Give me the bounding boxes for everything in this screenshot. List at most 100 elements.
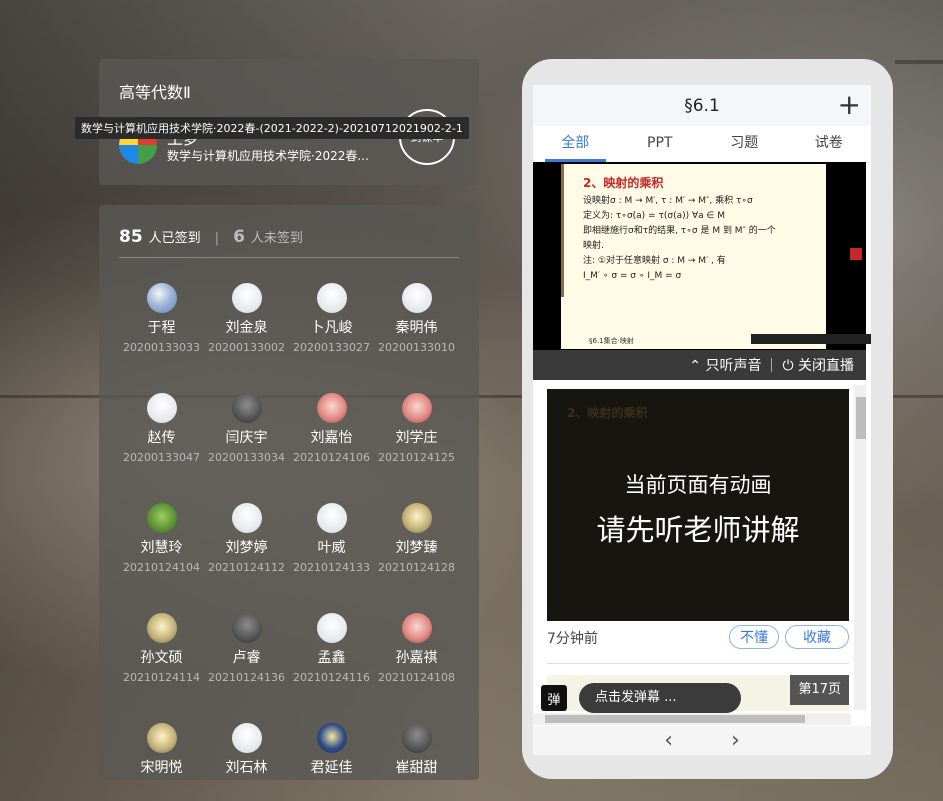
student-item[interactable]: 宋明悦 bbox=[119, 723, 204, 780]
chevron-right-icon[interactable]: › bbox=[731, 728, 740, 753]
danmu-input[interactable]: 点击发弹幕 ... bbox=[579, 683, 741, 713]
audio-only-label: 只听声音 bbox=[705, 358, 762, 374]
student-id: 20210124108 bbox=[378, 671, 455, 684]
student-item[interactable]: 闫庆宇 20200133034 bbox=[204, 393, 289, 464]
live-indicator-icon bbox=[850, 248, 862, 260]
student-avatar bbox=[401, 613, 432, 643]
student-item[interactable]: 卢睿 20210124136 bbox=[204, 613, 289, 684]
course-card: 高等代数Ⅱ 数学与计算机应用技术学院·2022春-(2021-2022-2)-2… bbox=[75, 59, 479, 185]
favorite-button[interactable]: 收藏 bbox=[785, 625, 849, 649]
controls-divider bbox=[771, 358, 773, 372]
student-id: 20200133033 bbox=[123, 341, 200, 354]
horizontal-scrollbar[interactable] bbox=[533, 713, 851, 725]
tab-0[interactable]: 全部 bbox=[533, 126, 618, 162]
student-name: 君延佳 bbox=[310, 760, 353, 776]
unsigned-label[interactable]: 人未签到 bbox=[251, 227, 303, 246]
dont-understand-button[interactable]: 不懂 bbox=[729, 625, 779, 649]
student-avatar bbox=[231, 393, 262, 423]
plus-icon[interactable]: + bbox=[838, 91, 861, 119]
slide-line: 即相继施行σ和τ的结果, τ∘σ 是 M 到 M″ 的一个 bbox=[583, 226, 776, 236]
student-avatar bbox=[401, 283, 432, 313]
student-name: 刘学庄 bbox=[395, 430, 438, 446]
horizontal-scroll-thumb[interactable] bbox=[545, 715, 805, 723]
close-live-button[interactable]: ⏻ 关闭直播 bbox=[782, 355, 854, 375]
lesson-header: §6.1 + bbox=[533, 85, 871, 126]
student-id: 20210124104 bbox=[123, 561, 200, 574]
slide-heading: 2、映射的乘积 bbox=[583, 176, 664, 190]
student-item[interactable]: 刘石林 bbox=[204, 723, 289, 780]
roster-divider bbox=[119, 257, 459, 258]
student-item[interactable]: 叶威 20210124133 bbox=[289, 503, 374, 574]
student-name: 刘嘉怡 bbox=[310, 430, 353, 446]
student-item[interactable]: 刘梦臻 20210124128 bbox=[374, 503, 459, 574]
student-item[interactable]: 刘嘉怡 20210124106 bbox=[289, 393, 374, 464]
class-name-tooltip: 数学与计算机应用技术学院·2022春-(2021-2022-2)-2021071… bbox=[75, 117, 469, 139]
student-name: 闫庆宇 bbox=[225, 430, 268, 446]
student-avatar bbox=[316, 283, 347, 313]
background-window-frame bbox=[895, 60, 943, 64]
student-item[interactable]: 卜凡峻 20200133027 bbox=[289, 283, 374, 354]
signed-label[interactable]: 人已签到 bbox=[149, 227, 201, 246]
tab-3[interactable]: 试卷 bbox=[787, 126, 872, 162]
student-avatar bbox=[231, 283, 262, 313]
slide-timestamp: 7分钟前 bbox=[547, 631, 598, 647]
student-name: 于程 bbox=[147, 320, 176, 336]
tab-2[interactable]: 习题 bbox=[702, 126, 787, 162]
student-name: 宋明悦 bbox=[140, 760, 183, 776]
student-item[interactable]: 孙文硕 20210124114 bbox=[119, 613, 204, 684]
student-id: 20210124106 bbox=[293, 451, 370, 464]
chevron-left-icon[interactable]: ‹ bbox=[664, 728, 673, 753]
student-name: 孙文硕 bbox=[140, 650, 183, 666]
slide-line: 定义为: τ∘σ(a) = τ(σ(a)) ∀a ∈ M bbox=[583, 211, 725, 221]
student-id: 20210124114 bbox=[123, 671, 200, 684]
live-stream-view[interactable]: 2、映射的乘积 设映射σ : M → M′, τ : M′ → M″, 乘积 τ… bbox=[533, 162, 871, 380]
slide-body: 设映射σ : M → M′, τ : M′ → M″, 乘积 τ∘σ 定义为: τ… bbox=[583, 194, 823, 284]
student-id: 20210124116 bbox=[293, 671, 370, 684]
student-item[interactable]: 崔甜甜 bbox=[374, 723, 459, 780]
slide-line: 映射. bbox=[583, 241, 604, 251]
slide-footer: §6.1集合·映射 bbox=[589, 337, 634, 345]
student-name: 叶威 bbox=[317, 540, 346, 556]
student-name: 刘石林 bbox=[225, 760, 268, 776]
audio-only-button[interactable]: ⌃ 只听声音 bbox=[689, 355, 761, 375]
chevron-up-icon: ⌃ bbox=[689, 358, 702, 374]
student-item[interactable]: 秦明伟 20200133010 bbox=[374, 283, 459, 354]
animation-overlay bbox=[547, 389, 849, 621]
student-id: 20200133002 bbox=[208, 341, 285, 354]
student-item[interactable]: 君延佳 bbox=[289, 723, 374, 780]
tab-1[interactable]: PPT bbox=[618, 126, 703, 162]
student-item[interactable]: 于程 20200133033 bbox=[119, 283, 204, 354]
student-name: 刘梦婷 bbox=[225, 540, 268, 556]
student-id: 20200133027 bbox=[293, 341, 370, 354]
student-item[interactable]: 赵传 20200133047 bbox=[119, 393, 204, 464]
student-item[interactable]: 孙嘉祺 20210124108 bbox=[374, 613, 459, 684]
slide-line: 设映射σ : M → M′, τ : M′ → M″, 乘积 τ∘σ bbox=[583, 196, 753, 206]
student-name: 刘慧玲 bbox=[140, 540, 183, 556]
class-name[interactable]: 数学与计算机应用技术学院·2022春... bbox=[167, 147, 377, 164]
feed-divider bbox=[547, 663, 849, 664]
danmu-toggle[interactable]: 弹 bbox=[541, 685, 567, 711]
student-item[interactable]: 刘梦婷 20210124112 bbox=[204, 503, 289, 574]
student-id: 20210124128 bbox=[378, 561, 455, 574]
live-slide: 2、映射的乘积 设映射σ : M → M′, τ : M′ → M″, 乘积 τ… bbox=[561, 164, 871, 349]
student-item[interactable]: 孟鑫 20210124116 bbox=[289, 613, 374, 684]
student-avatar bbox=[146, 503, 177, 533]
student-name: 刘金泉 bbox=[225, 320, 268, 336]
summary-separator: | bbox=[214, 231, 220, 246]
student-avatar bbox=[401, 393, 432, 423]
student-item[interactable]: 刘金泉 20200133002 bbox=[204, 283, 289, 354]
student-name: 赵传 bbox=[147, 430, 176, 446]
student-id: 20200133047 bbox=[123, 451, 200, 464]
student-item[interactable]: 刘学庄 20210124125 bbox=[374, 393, 459, 464]
student-id: 20200133034 bbox=[208, 451, 285, 464]
student-avatar bbox=[146, 283, 177, 313]
animated-slide-card[interactable]: 2、映射的乘积 当前页面有动画 请先听老师讲解 bbox=[547, 389, 849, 621]
power-icon: ⏻ bbox=[782, 358, 794, 374]
student-id: 20210124136 bbox=[208, 671, 285, 684]
student-avatar bbox=[231, 723, 262, 753]
student-avatar bbox=[146, 613, 177, 643]
vertical-scrollbar[interactable] bbox=[854, 385, 866, 710]
vertical-scroll-thumb[interactable] bbox=[856, 397, 866, 439]
student-item[interactable]: 刘慧玲 20210124104 bbox=[119, 503, 204, 574]
student-id: 20210124112 bbox=[208, 561, 285, 574]
